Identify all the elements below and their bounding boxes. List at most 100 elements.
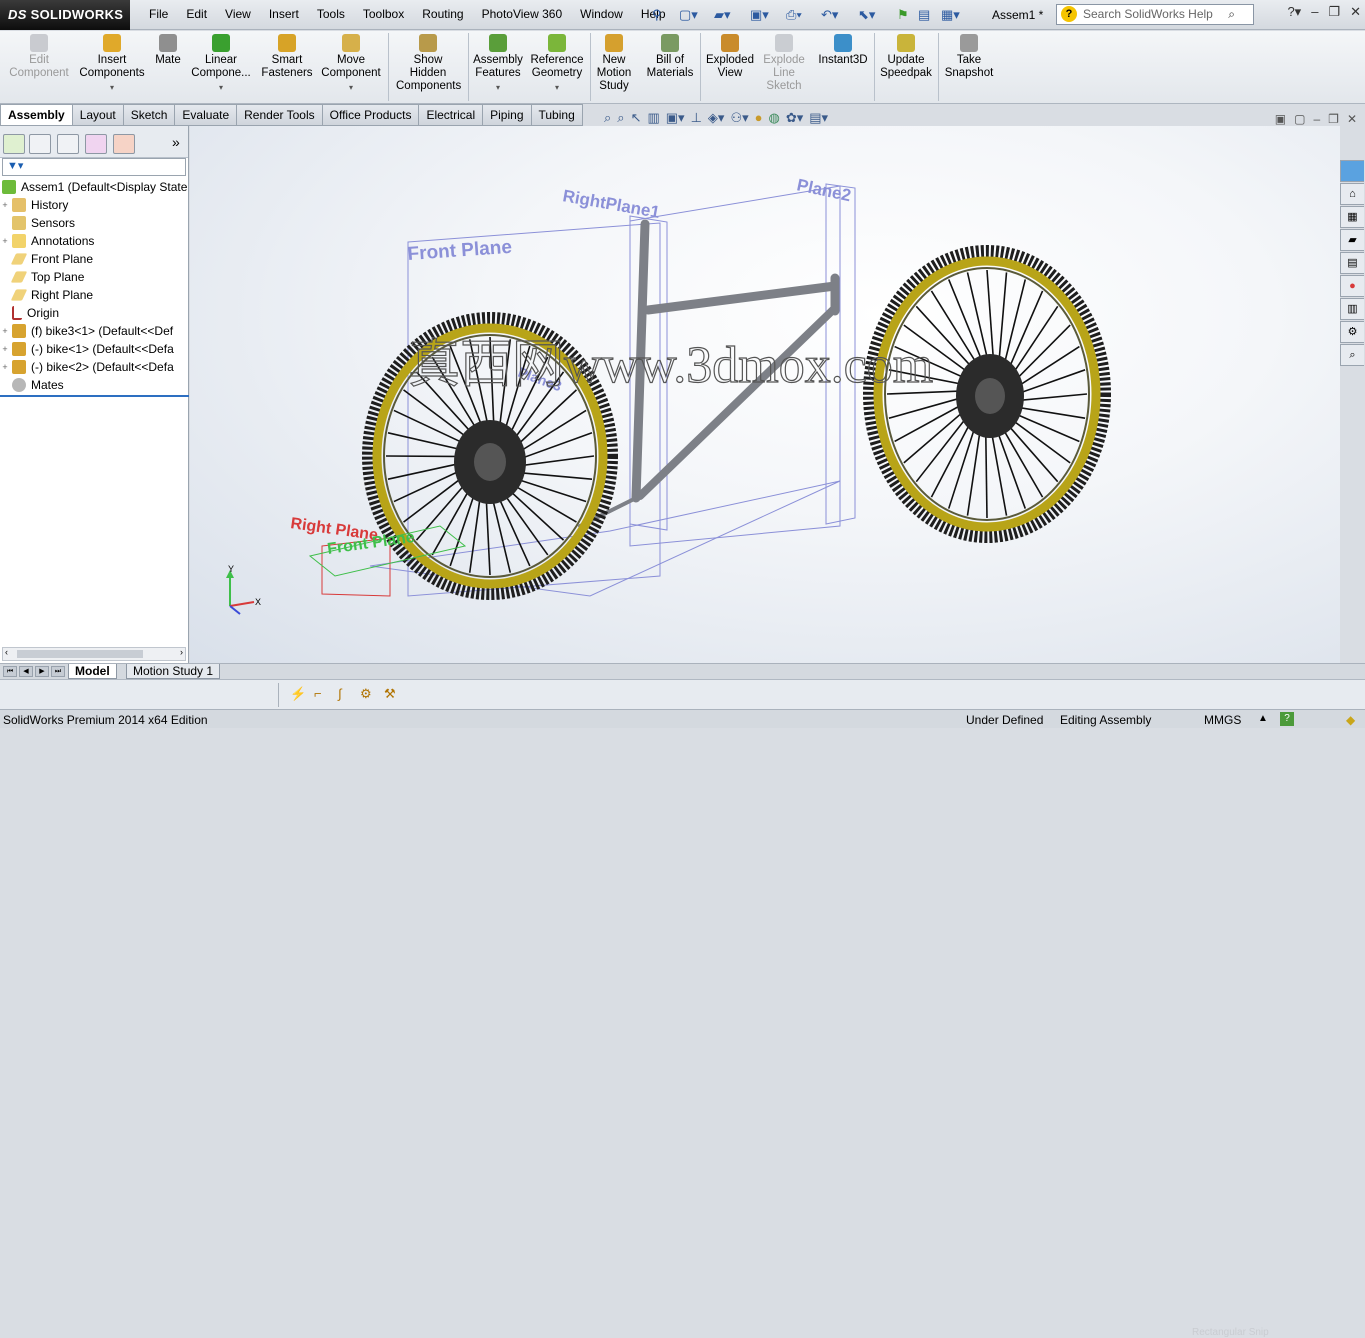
expand-icon[interactable]: +: [0, 362, 10, 372]
tab-sketch[interactable]: Sketch: [123, 104, 176, 126]
forum-icon[interactable]: ⚙: [1340, 321, 1364, 343]
tree-item-bike2[interactable]: + (-) bike<2> (Default<<Defa: [0, 358, 189, 376]
restore-icon[interactable]: ❐: [1328, 4, 1340, 20]
zoom-to-area-icon[interactable]: ⌕: [617, 110, 624, 126]
search-icon[interactable]: ⌕: [1228, 7, 1235, 22]
assembly-features-button[interactable]: Assembly Features ▾: [470, 34, 526, 94]
view-orientation-icon[interactable]: ▣▾: [666, 110, 685, 126]
section-view-icon[interactable]: ▥: [647, 110, 659, 126]
units-label[interactable]: MMGS: [1204, 713, 1241, 727]
pin-icon[interactable]: ⚲: [652, 6, 662, 24]
tab-electrical[interactable]: Electrical: [419, 104, 484, 126]
tree-item-mates[interactable]: Mates: [0, 376, 189, 394]
open-icon[interactable]: ▰▾: [714, 6, 731, 24]
menu-photoview[interactable]: PhotoView 360: [473, 7, 572, 21]
apply-scene-icon[interactable]: ◍: [768, 110, 779, 126]
tab-evaluate[interactable]: Evaluate: [175, 104, 238, 126]
tree-filter-input[interactable]: ▼▾: [2, 158, 186, 176]
tile-alt-icon[interactable]: ▢: [1294, 112, 1305, 126]
tab-tubing[interactable]: Tubing: [531, 104, 583, 126]
front-wheel[interactable]: [863, 245, 1111, 543]
update-speedpak-button[interactable]: Update Speedpak: [876, 34, 936, 80]
dimxpert-tab-icon[interactable]: [85, 134, 107, 154]
feature-tree-tab-icon[interactable]: [3, 134, 25, 154]
first-tab-icon[interactable]: ⏮: [3, 666, 17, 677]
design-library-icon[interactable]: ▦: [1340, 206, 1364, 228]
chevron-down-icon[interactable]: ▾: [219, 81, 223, 94]
hide-show-items-icon[interactable]: ⚇▾: [730, 110, 748, 126]
units-up-icon[interactable]: ▲: [1258, 713, 1268, 724]
expand-icon[interactable]: +: [0, 200, 10, 210]
last-tab-icon[interactable]: ⏭: [51, 666, 65, 677]
tile-icon[interactable]: ▣: [1275, 112, 1286, 126]
search-results-icon[interactable]: ⌕: [1340, 344, 1364, 366]
menu-tools[interactable]: Tools: [308, 7, 354, 21]
show-hidden-button[interactable]: Show Hidden Components: [392, 34, 464, 93]
right-plane1-label[interactable]: RightPlane1: [561, 186, 661, 222]
tree-item-bike1[interactable]: + (-) bike<1> (Default<<Defa: [0, 340, 189, 358]
property-manager-tab-icon[interactable]: [29, 134, 51, 154]
expand-icon[interactable]: +: [0, 326, 10, 336]
tab-motion-study[interactable]: Motion Study 1: [126, 664, 221, 679]
prev-tab-icon[interactable]: ◀: [19, 666, 33, 677]
horizontal-scrollbar[interactable]: ‹ ›: [2, 647, 186, 661]
scroll-right-icon[interactable]: ›: [180, 647, 183, 657]
expand-tabs-icon[interactable]: »: [172, 134, 180, 150]
move-component-button[interactable]: Move Component ▾: [318, 34, 384, 94]
tree-item-annotations[interactable]: + Annotations: [0, 232, 189, 250]
next-tab-icon[interactable]: ▶: [35, 666, 49, 677]
file-explorer-icon[interactable]: ▰: [1340, 229, 1364, 251]
graphics-area[interactable]: Front Plane RightPlane1 Plane2 Plane3 真西…: [190, 126, 1340, 663]
bill-of-materials-button[interactable]: Bill of Materials: [642, 34, 698, 80]
display-style-icon[interactable]: ◈▾: [708, 110, 725, 126]
configuration-manager-tab-icon[interactable]: [57, 134, 79, 154]
gear-icon[interactable]: ⚙: [360, 686, 376, 702]
insert-components-button[interactable]: Insert Components ▾: [76, 34, 148, 94]
belt-icon[interactable]: ⚒: [384, 686, 400, 702]
take-snapshot-button[interactable]: Take Snapshot: [940, 34, 998, 80]
menu-view[interactable]: View: [216, 7, 260, 21]
solidworks-logo[interactable]: DS SOLIDWORKS: [0, 0, 130, 30]
smart-fasteners-button[interactable]: Smart Fasteners: [256, 34, 318, 80]
print-icon[interactable]: ⎙▾: [786, 6, 802, 24]
view-settings-icon[interactable]: ✿▾: [786, 110, 803, 126]
edit-component-button[interactable]: Edit Component: [6, 34, 72, 80]
chevron-down-icon[interactable]: ▾: [349, 81, 353, 94]
doc-restore-icon[interactable]: ❐: [1328, 112, 1339, 126]
doc-minimize-icon[interactable]: –: [1313, 112, 1320, 126]
exploded-view-button[interactable]: Exploded View: [702, 34, 758, 80]
explode-line-sketch-button[interactable]: Explode Line Sketch: [760, 34, 808, 93]
rebuild-icon[interactable]: ⚑: [897, 6, 909, 24]
step-icon[interactable]: ⌐: [314, 686, 330, 702]
close-icon[interactable]: ✕: [1350, 4, 1361, 20]
tree-item-bike3[interactable]: + (f) bike3<1> (Default<<Def: [0, 322, 189, 340]
chevron-down-icon[interactable]: ▾: [496, 81, 500, 94]
new-motion-study-button[interactable]: New Motion Study: [592, 34, 636, 93]
tree-item-origin[interactable]: Origin: [0, 304, 189, 322]
tree-item-history[interactable]: + History: [0, 196, 189, 214]
edit-appearance-icon[interactable]: ●: [755, 110, 763, 126]
save-icon[interactable]: ▣▾: [750, 6, 769, 24]
resources-icon[interactable]: [1340, 160, 1364, 182]
tree-item-top-plane[interactable]: Top Plane: [0, 268, 189, 286]
menu-window[interactable]: Window: [571, 7, 632, 21]
appearances-icon[interactable]: ●: [1340, 275, 1364, 297]
previous-view-icon[interactable]: ↖: [631, 110, 642, 126]
mate-button[interactable]: Mate: [152, 34, 184, 67]
display-pane-icon[interactable]: ▤▾: [809, 110, 828, 126]
rollback-bar[interactable]: [0, 395, 189, 397]
tab-assembly[interactable]: Assembly: [0, 104, 73, 126]
new-document-icon[interactable]: ▢▾: [679, 6, 698, 24]
help-search-input[interactable]: ? Search SolidWorks Help ⌕: [1056, 4, 1254, 25]
tab-piping[interactable]: Piping: [483, 104, 532, 126]
dynamic-annotation-icon[interactable]: ⊥: [691, 110, 702, 126]
menu-insert[interactable]: Insert: [260, 7, 308, 21]
home-icon[interactable]: ⌂: [1340, 183, 1364, 205]
view-palette-icon[interactable]: ▤: [1340, 252, 1364, 274]
options-icon[interactable]: ▦▾: [941, 6, 960, 24]
scroll-left-icon[interactable]: ‹: [5, 647, 8, 657]
instant3d-button[interactable]: Instant3D: [814, 34, 872, 67]
tag-icon[interactable]: ◆: [1346, 713, 1355, 727]
display-manager-tab-icon[interactable]: [113, 134, 135, 154]
help-status-icon[interactable]: ?: [1280, 712, 1294, 726]
